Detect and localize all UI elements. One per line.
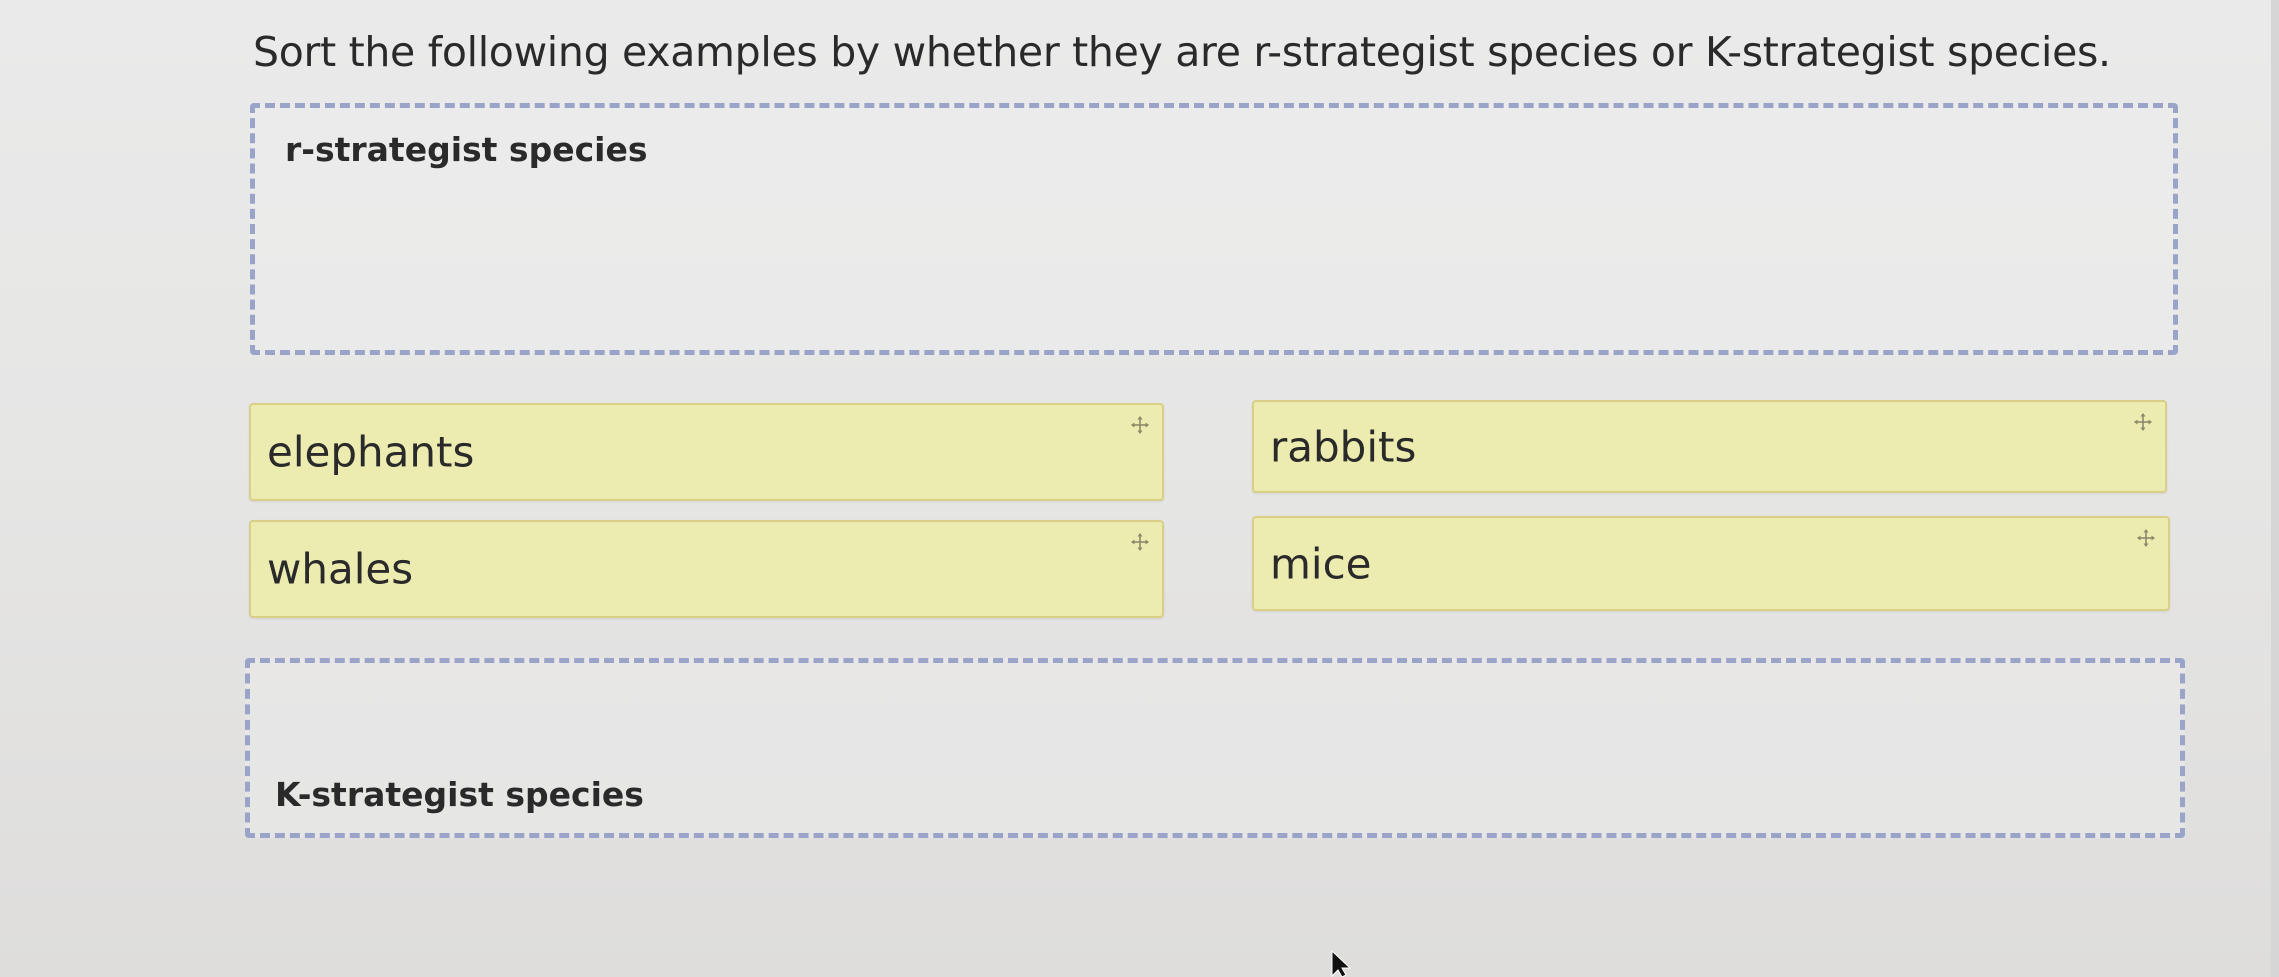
k-strategist-label: K-strategist species xyxy=(275,775,644,814)
item-label: mice xyxy=(1270,539,1372,588)
move-icon xyxy=(2137,529,2155,547)
k-strategist-dropzone[interactable]: K-strategist species xyxy=(245,658,2185,838)
move-icon xyxy=(2134,413,2152,431)
mouse-cursor-icon xyxy=(1331,950,1352,977)
r-strategist-label: r-strategist species xyxy=(285,130,648,169)
item-label: elephants xyxy=(267,427,475,477)
move-icon xyxy=(1131,416,1149,434)
draggable-item-rabbits[interactable]: rabbits xyxy=(1252,400,2167,493)
draggable-item-whales[interactable]: whales xyxy=(249,520,1164,618)
move-icon xyxy=(1131,533,1149,551)
item-label: whales xyxy=(267,544,414,594)
draggable-item-elephants[interactable]: elephants xyxy=(249,403,1164,501)
question-prompt: Sort the following examples by whether t… xyxy=(253,28,2111,76)
r-strategist-dropzone[interactable]: r-strategist species xyxy=(250,103,2178,355)
item-label: rabbits xyxy=(1270,422,1417,471)
draggable-item-mice[interactable]: mice xyxy=(1252,516,2170,611)
window-edge xyxy=(2271,0,2279,977)
